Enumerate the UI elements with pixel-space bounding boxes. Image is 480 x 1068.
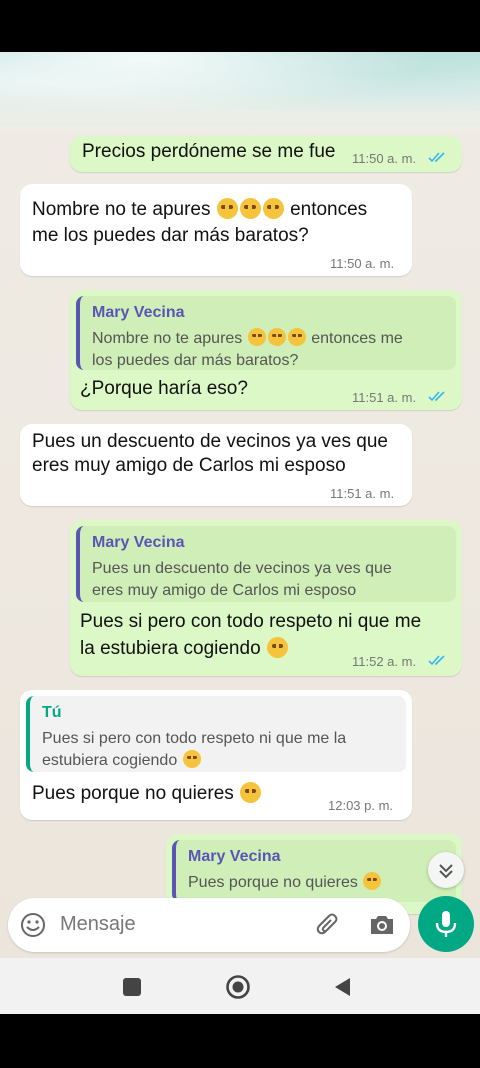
message-text: Pues si pero con todo respeto ni que me <box>80 611 422 632</box>
quoted-text: Pues porque no quieres <box>188 872 382 894</box>
bottom-bezel <box>0 1014 480 1068</box>
nav-back-icon[interactable] <box>332 976 352 998</box>
mic-icon <box>435 911 457 937</box>
message-input-bar[interactable]: Mensaje <box>8 898 410 952</box>
read-ticks-icon <box>428 655 445 666</box>
message-time: 12:03 p. m. <box>328 798 394 813</box>
status-bar <box>0 0 480 52</box>
message-text-part: Nombre no te apures <box>32 199 211 220</box>
message-time: 11:50 a. m. <box>330 256 395 271</box>
smirk-emoji-icon <box>240 782 262 803</box>
message-outgoing[interactable]: Mary Vecina Nombre no te apures entonces… <box>70 290 462 410</box>
flushed-emoji-icon <box>287 328 306 346</box>
message-time: 11:51 a. m. <box>330 486 395 501</box>
chat-wallpaper: Precios perdóneme se me fue 11:50 a. m. … <box>0 52 480 958</box>
message-text: me los puedes dar más baratos? <box>32 225 309 246</box>
quoted-text: estubiera cogiendo <box>42 750 202 772</box>
quoted-text-part: estubiera cogiendo <box>42 752 178 769</box>
quoted-message[interactable]: Mary Vecina Pues un descuento de vecinos… <box>76 526 456 602</box>
message-text: Pues porque no quieres <box>32 782 262 806</box>
message-outgoing[interactable]: Mary Vecina Pues un descuento de vecinos… <box>70 520 462 676</box>
flushed-emoji-icon <box>267 328 286 346</box>
emoji-icon[interactable] <box>20 912 46 938</box>
message-outgoing[interactable]: Precios perdóneme se me fue 11:50 a. m. <box>70 136 462 172</box>
quoted-text: Pues si pero con todo respeto ni que me … <box>42 730 347 747</box>
message-incoming[interactable]: Pues un descuento de vecinos ya ves que … <box>20 424 412 506</box>
quoted-text-part: entonces me <box>311 330 403 347</box>
message-text-part: la estubiera cogiendo <box>80 638 261 659</box>
quoted-sender: Mary Vecina <box>188 848 281 865</box>
quoted-sender: Mary Vecina <box>92 304 185 321</box>
nav-recents-icon[interactable] <box>122 977 142 997</box>
message-text: Pues un descuento de vecinos ya ves que <box>32 431 388 452</box>
quoted-sender: Mary Vecina <box>92 534 185 551</box>
message-text-part: Pues porque no quieres <box>32 783 234 804</box>
quoted-text: eres muy amigo de Carlos mi esposo <box>92 582 357 599</box>
attach-icon[interactable] <box>314 911 342 939</box>
scroll-down-button[interactable] <box>428 852 464 888</box>
quoted-text: Nombre no te apures entonces me <box>92 328 403 350</box>
read-ticks-icon <box>428 391 445 402</box>
message-text: eres muy amigo de Carlos mi esposo <box>32 455 346 476</box>
message-text: la estubiera cogiendo <box>80 637 289 661</box>
message-text: Precios perdóneme se me fue <box>82 141 336 162</box>
laughing-emoji-icon <box>182 750 201 768</box>
flushed-emoji-icon <box>216 198 238 219</box>
laughing-emoji-icon <box>266 637 288 658</box>
message-time: 11:50 a. m. <box>352 151 417 166</box>
quoted-sender: Tú <box>42 704 62 721</box>
quoted-text: los puedes dar más baratos? <box>92 352 299 369</box>
quoted-text: Pues un descuento de vecinos ya ves que <box>92 560 392 577</box>
quoted-message[interactable]: Mary Vecina Pues porque no quieres <box>172 840 456 902</box>
system-nav-bar <box>0 958 480 1014</box>
smirk-emoji-icon <box>363 872 382 890</box>
nav-home-icon[interactable] <box>225 974 251 1000</box>
quoted-text-part: Nombre no te apures <box>92 330 243 347</box>
quoted-message[interactable]: Mary Vecina Nombre no te apures entonces… <box>76 296 456 370</box>
flushed-emoji-icon <box>247 328 266 346</box>
message-input[interactable]: Mensaje <box>60 913 136 936</box>
message-incoming[interactable]: Tú Pues si pero con todo respeto ni que … <box>20 690 412 820</box>
quoted-message[interactable]: Tú Pues si pero con todo respeto ni que … <box>26 696 406 772</box>
flushed-emoji-icon <box>239 198 261 219</box>
message-time: 11:52 a. m. <box>352 654 417 669</box>
message-text: ¿Porque haría eso? <box>80 378 248 399</box>
message-incoming[interactable]: Nombre no te apures entonces me los pued… <box>20 184 412 276</box>
message-text: Nombre no te apures entonces <box>32 198 367 222</box>
read-ticks-icon <box>428 152 445 163</box>
message-text-part: entonces <box>290 199 368 220</box>
quoted-text-part: Pues porque no quieres <box>188 874 358 891</box>
voice-record-button[interactable] <box>418 896 474 952</box>
camera-icon[interactable] <box>368 912 396 938</box>
message-time: 11:51 a. m. <box>352 390 417 405</box>
scroll-down-icon <box>439 864 453 879</box>
flushed-emoji-icon <box>262 198 284 219</box>
